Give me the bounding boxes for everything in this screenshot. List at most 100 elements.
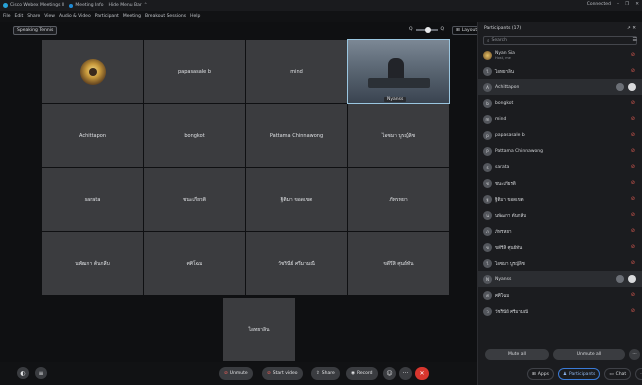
microphone-muted-icon[interactable]: ⊘ bbox=[631, 100, 635, 106]
microphone-muted-icon[interactable]: ⊘ bbox=[631, 228, 635, 234]
zoom-out-icon[interactable]: Q bbox=[409, 27, 413, 32]
participant-avatar bbox=[79, 58, 106, 85]
mute-all-button[interactable]: Mute all bbox=[485, 349, 549, 360]
menu-meeting[interactable]: Meeting bbox=[123, 14, 141, 19]
share-button[interactable]: ⇪ Share bbox=[311, 367, 340, 380]
participant-name: Nyanss bbox=[384, 97, 407, 102]
participant-tile[interactable]: ไอซมา บูรญ์ลิช bbox=[348, 104, 449, 167]
menu-edit[interactable]: Edit bbox=[15, 14, 24, 19]
share-label: Share bbox=[321, 371, 335, 376]
maximize-button[interactable]: ❐ bbox=[625, 2, 629, 7]
microphone-muted-icon[interactable]: ⊘ bbox=[631, 68, 635, 74]
zoom-slider[interactable]: Q Q bbox=[409, 26, 445, 33]
microphone-muted-icon[interactable]: ⊘ bbox=[631, 244, 635, 250]
microphone-muted-icon[interactable]: ⊘ bbox=[631, 132, 635, 138]
list-item[interactable]: P Pattama Chinnawong ⊘ bbox=[478, 143, 642, 159]
hide-menu-bar-link[interactable]: Hide Menu Bar bbox=[109, 3, 142, 8]
participant-tile[interactable]: ชนะเกียรติ bbox=[144, 168, 245, 231]
participant-name: mind bbox=[495, 116, 507, 122]
participant-video-tile[interactable]: Nyanss bbox=[347, 39, 450, 104]
end-meeting-button[interactable]: ✕ bbox=[415, 367, 429, 380]
more-icon[interactable] bbox=[616, 83, 624, 91]
menu-breakout-sessions[interactable]: Breakout Sessions bbox=[145, 14, 186, 19]
microphone-muted-icon[interactable]: ⊘ bbox=[631, 164, 635, 170]
filter-icon[interactable]: ☰ bbox=[633, 37, 637, 43]
participant-tile[interactable]: นพัฒกา ต้นกลีบ bbox=[42, 232, 143, 295]
list-item[interactable]: ข ขดีรีสิ ศุนย์ทัน ⊘ bbox=[478, 239, 642, 255]
list-item[interactable]: ภ ภัทรหยา ⊘ bbox=[478, 223, 642, 239]
participant-tile[interactable] bbox=[42, 40, 143, 103]
noise-removal-icon[interactable]: ◐ bbox=[17, 367, 29, 379]
unmute-button[interactable]: ⊘ Unmute bbox=[219, 367, 253, 380]
more-icon[interactable] bbox=[616, 275, 624, 283]
chat-button[interactable]: ▭ Chat bbox=[604, 368, 632, 380]
participant-tile[interactable]: ภัทรหยา bbox=[348, 168, 449, 231]
start-video-button[interactable]: ⊘ Start video bbox=[262, 367, 303, 380]
participant-tile[interactable]: ฐิติมา ขอดเขต bbox=[246, 168, 347, 231]
zoom-track[interactable] bbox=[415, 26, 438, 33]
list-item[interactable]: ว วัชรินีย์ ศรีมามณี ⊘ bbox=[478, 303, 642, 319]
zoom-in-icon[interactable]: Q bbox=[441, 27, 445, 32]
microphone-muted-icon[interactable]: ⊘ bbox=[631, 148, 635, 154]
microphone-muted-icon[interactable]: ⊘ bbox=[631, 116, 635, 122]
speaker-view-button[interactable]: Speaking Tennis bbox=[13, 26, 58, 35]
list-item[interactable]: ไ ไอทยาลิน ⊘ bbox=[478, 63, 642, 79]
microphone-muted-icon[interactable]: ⊘ bbox=[631, 52, 635, 58]
list-item[interactable]: ฐ ฐิติมา ขอดเขต ⊘ bbox=[478, 191, 642, 207]
menu-view[interactable]: View bbox=[44, 14, 55, 19]
record-button[interactable]: ◉ Record bbox=[346, 367, 378, 380]
list-item[interactable]: A Achittapon bbox=[478, 79, 642, 95]
more-options-button[interactable]: ··· bbox=[399, 367, 412, 380]
list-item[interactable]: ศ ศศิโฉม ⊘ bbox=[478, 287, 642, 303]
participant-search[interactable]: ⌕ Search ☰ bbox=[483, 36, 637, 45]
participants-panel: Participants (17) ↗ ✕ ⌕ Search ☰ Nyan Si… bbox=[477, 22, 642, 385]
reactions-icon[interactable]: ☺ bbox=[383, 367, 396, 380]
list-item[interactable]: p papasasale b ⊘ bbox=[478, 127, 642, 143]
mute-toggle-icon[interactable] bbox=[628, 275, 636, 283]
list-item[interactable]: น นพัฒกา ต้นกลีบ ⊘ bbox=[478, 207, 642, 223]
participant-tile[interactable]: bongkot bbox=[144, 104, 245, 167]
panel-more-button[interactable]: ··· bbox=[629, 349, 640, 360]
participant-tile[interactable]: ศศิโฉม bbox=[144, 232, 245, 295]
participant-tile[interactable]: sarata bbox=[42, 168, 143, 231]
apps-button[interactable]: ⊞ Apps bbox=[527, 368, 554, 380]
participant-tile[interactable]: ขดีรีสิ ศุนย์ทัน bbox=[348, 232, 449, 295]
participant-tile[interactable]: วัชรินีย์ ศรีมามณี bbox=[246, 232, 347, 295]
tray-more-button[interactable]: ··· bbox=[635, 368, 642, 380]
participant-tile[interactable]: mind bbox=[246, 40, 347, 103]
menu-file[interactable]: File bbox=[3, 14, 11, 19]
microphone-muted-icon[interactable]: ⊘ bbox=[631, 212, 635, 218]
microphone-muted-icon[interactable]: ⊘ bbox=[631, 196, 635, 202]
mute-toggle-icon[interactable] bbox=[628, 83, 636, 91]
list-item[interactable]: b bongkot ⊘ bbox=[478, 95, 642, 111]
participant-tile[interactable]: Pattama Chinnawong bbox=[246, 104, 347, 167]
participant-tile[interactable]: Achittapon bbox=[42, 104, 143, 167]
list-item[interactable]: m mind ⊘ bbox=[478, 111, 642, 127]
panel-window-controls[interactable]: ↗ ✕ bbox=[627, 26, 636, 31]
participant-tile[interactable]: ไอทยาลิน bbox=[223, 298, 295, 361]
list-item[interactable]: N Nyanss bbox=[478, 271, 642, 287]
menu-help[interactable]: Help bbox=[190, 14, 200, 19]
close-button[interactable]: ✕ bbox=[635, 2, 639, 7]
microphone-muted-icon[interactable]: ⊘ bbox=[631, 260, 635, 266]
menu-audio-video[interactable]: Audio & Video bbox=[59, 14, 91, 19]
minimize-button[interactable]: – bbox=[617, 2, 619, 7]
menu-share[interactable]: Share bbox=[27, 14, 40, 19]
microphone-muted-icon[interactable]: ⊘ bbox=[631, 292, 635, 298]
list-item[interactable]: ช ชนะเกียรติ ⊘ bbox=[478, 175, 642, 191]
zoom-knob[interactable] bbox=[424, 26, 431, 33]
participants-button[interactable]: ♟ Participants bbox=[557, 368, 601, 380]
participant-name: ขดีรีสิ ศุนย์ทัน bbox=[495, 245, 523, 251]
list-item[interactable]: ไ ไอซมา บูรญ์ลิช ⊘ bbox=[478, 255, 642, 271]
list-item[interactable]: s sarata ⊘ bbox=[478, 159, 642, 175]
participant-tile[interactable]: papasasale b bbox=[144, 40, 245, 103]
menu-participant[interactable]: Participant bbox=[95, 14, 119, 19]
microphone-muted-icon[interactable]: ⊘ bbox=[631, 308, 635, 314]
search-input[interactable]: Search bbox=[492, 38, 507, 43]
meeting-info-link[interactable]: Meeting Info bbox=[75, 3, 103, 8]
share-icon: ⇪ bbox=[316, 371, 320, 376]
unmute-all-button[interactable]: Unmute all bbox=[553, 349, 625, 360]
captions-icon[interactable]: ≡ bbox=[35, 367, 47, 379]
microphone-muted-icon[interactable]: ⊘ bbox=[631, 180, 635, 186]
list-item[interactable]: Nyan Sia Host, me ⊘ bbox=[478, 47, 642, 63]
